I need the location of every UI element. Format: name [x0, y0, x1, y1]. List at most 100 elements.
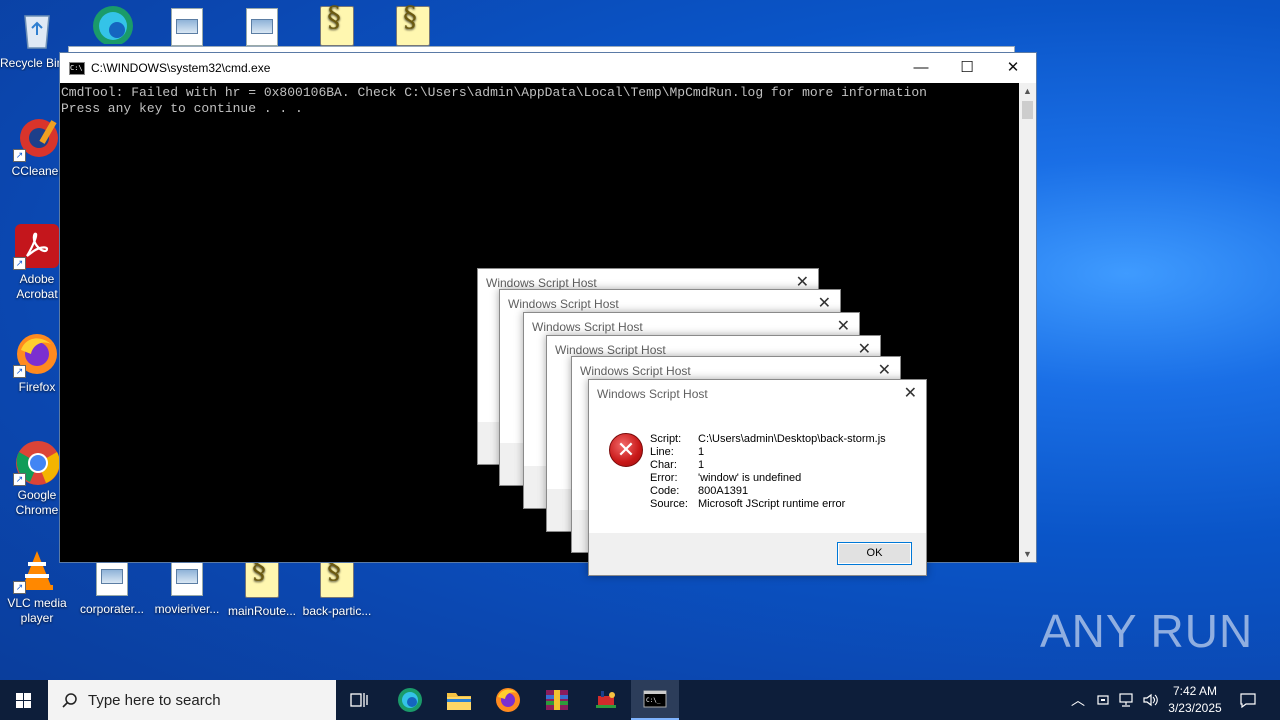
detail-key: Source: [650, 498, 688, 510]
winrar-icon [546, 690, 568, 710]
scroll-down-icon[interactable]: ▼ [1019, 546, 1036, 562]
detail-key: Char: [650, 459, 677, 471]
script-file-icon [320, 6, 354, 46]
desktop-icon-back-partic[interactable]: back-partic... [300, 558, 374, 619]
detail-row: Code: 800A1391 [650, 485, 886, 498]
clock-time: 7:42 AM [1172, 684, 1218, 698]
desktop-icon-mainroute[interactable]: mainRoute... [225, 558, 299, 619]
task-view-button[interactable] [336, 680, 384, 720]
recycle-bin-icon [15, 8, 59, 52]
shortcut-arrow-icon: ↗ [13, 257, 26, 270]
image-file-icon [246, 8, 278, 46]
show-hidden-icons-button[interactable]: ︿ [1068, 680, 1088, 720]
dialog-title: Windows Script Host [532, 320, 643, 334]
speaker-icon [1143, 693, 1158, 707]
chrome-icon: ↗ [13, 440, 60, 486]
desktop-icon-label: back-partic... [302, 604, 372, 618]
folder-icon [447, 693, 471, 710]
desktop-icon-label: Recycle Bin [0, 56, 60, 70]
scroll-up-icon[interactable]: ▲ [1019, 83, 1036, 99]
cmd-title: C:\WINDOWS\system32\cmd.exe [91, 61, 271, 75]
cmd-icon: C:\_ [643, 690, 667, 708]
firefox-icon: ↗ [13, 332, 59, 378]
maximize-button[interactable]: ☐ [944, 53, 990, 83]
network-status[interactable] [1116, 680, 1138, 720]
dialog-close-button[interactable]: ✕ [904, 383, 917, 403]
taskbar-edge[interactable] [386, 680, 434, 720]
edge-icon [398, 688, 422, 712]
detail-row: Char: 1 [650, 459, 886, 472]
dialog-title: Windows Script Host [486, 276, 597, 290]
dialog-title: Windows Script Host [597, 387, 708, 401]
vertical-scrollbar[interactable]: ▲ ▼ [1019, 83, 1036, 562]
script-file-icon [320, 558, 354, 598]
script-host-error-dialog[interactable]: Windows Script Host ✕ ✕ Script: C:\Users\… [588, 379, 927, 576]
detail-value: C:\Users\admin\Desktop\back-storm.js [698, 433, 886, 445]
detail-value: 1 [698, 446, 705, 458]
vlc-icon: ↗ [13, 548, 59, 594]
cmd-app-icon: C:\ [69, 61, 85, 75]
detail-key: Code: [650, 485, 680, 497]
firefox-icon [496, 688, 520, 712]
app-icon [596, 691, 616, 708]
network-icon [1119, 693, 1133, 707]
taskbar-clock[interactable]: 7:42 AM 3/23/2025 [1160, 683, 1230, 717]
taskbar-firefox[interactable] [484, 680, 532, 720]
detail-row: Script: C:\Users\admin\Desktop\back-storm… [650, 433, 886, 446]
taskbar-file-explorer[interactable] [435, 680, 483, 720]
action-center-button[interactable] [1234, 680, 1262, 720]
desktop-icon-file-2[interactable] [225, 4, 299, 46]
dialog-title: Windows Script Host [508, 297, 619, 311]
desktop-icon-movieriver[interactable]: movieriver... [150, 558, 224, 617]
dialog-title: Windows Script Host [580, 364, 691, 378]
dialog-close-button[interactable]: ✕ [878, 360, 891, 380]
tray-device-icon[interactable] [1093, 680, 1113, 720]
usb-device-icon [1097, 695, 1109, 705]
dialog-close-button[interactable]: ✕ [818, 293, 831, 313]
taskbar-app[interactable] [582, 680, 630, 720]
shortcut-arrow-icon: ↗ [13, 581, 26, 594]
taskbar: Type here to search C:\_ ︿ 7:42 AM 3/23/… [0, 680, 1280, 720]
desktop-icon-corporater[interactable]: corporater... [75, 558, 149, 617]
desktop-icon-edge[interactable] [74, 4, 148, 52]
scroll-thumb[interactable] [1022, 101, 1033, 119]
desktop-icon-script-2[interactable] [376, 4, 450, 46]
minimize-button[interactable]: — [898, 53, 944, 83]
svg-text:C:\_: C:\_ [646, 697, 661, 704]
notification-icon [1240, 693, 1256, 708]
desktop-icon-file-1[interactable] [150, 4, 224, 46]
dialog-close-button[interactable]: ✕ [837, 316, 850, 336]
task-view-icon [350, 693, 368, 707]
detail-key: Line: [650, 446, 674, 458]
ok-button[interactable]: OK [837, 542, 912, 565]
desktop-icon-label: mainRoute... [227, 604, 297, 618]
detail-key: Script: [650, 433, 682, 445]
detail-value: 'window' is undefined [698, 472, 802, 484]
shortcut-arrow-icon: ↗ [13, 149, 26, 162]
close-button[interactable]: ✕ [990, 53, 1036, 83]
dialog-title: Windows Script Host [555, 343, 666, 357]
dialog-footer: OK [589, 533, 926, 575]
shortcut-arrow-icon: ↗ [13, 473, 26, 486]
error-details: Script: C:\Users\admin\Desktop\back-storm… [650, 433, 886, 511]
detail-value: 1 [698, 459, 705, 471]
volume-control[interactable] [1140, 680, 1162, 720]
detail-row: Error: 'window' is undefined [650, 472, 886, 485]
search-icon [62, 693, 77, 708]
image-file-icon [171, 558, 203, 596]
anyrun-watermark: ANY RUN [1040, 605, 1254, 657]
detail-value: 800A1391 [698, 485, 749, 497]
image-file-icon [96, 558, 128, 596]
taskbar-cmd[interactable]: C:\_ [631, 680, 679, 720]
ccleaner-icon: ↗ [13, 116, 59, 162]
taskbar-search-box[interactable]: Type here to search [48, 680, 336, 720]
detail-key: Error: [650, 472, 678, 484]
detail-value: Microsoft JScript runtime error [698, 498, 846, 510]
detail-row: Line: 1 [650, 446, 886, 459]
desktop-icon-script-1[interactable] [300, 4, 374, 46]
script-file-icon [396, 6, 430, 46]
taskbar-winrar[interactable] [533, 680, 581, 720]
search-placeholder: Type here to search [88, 691, 221, 709]
cmd-titlebar[interactable]: C:\ C:\WINDOWS\system32\cmd.exe — ☐ ✕ [60, 53, 1036, 83]
start-button[interactable] [0, 680, 48, 720]
